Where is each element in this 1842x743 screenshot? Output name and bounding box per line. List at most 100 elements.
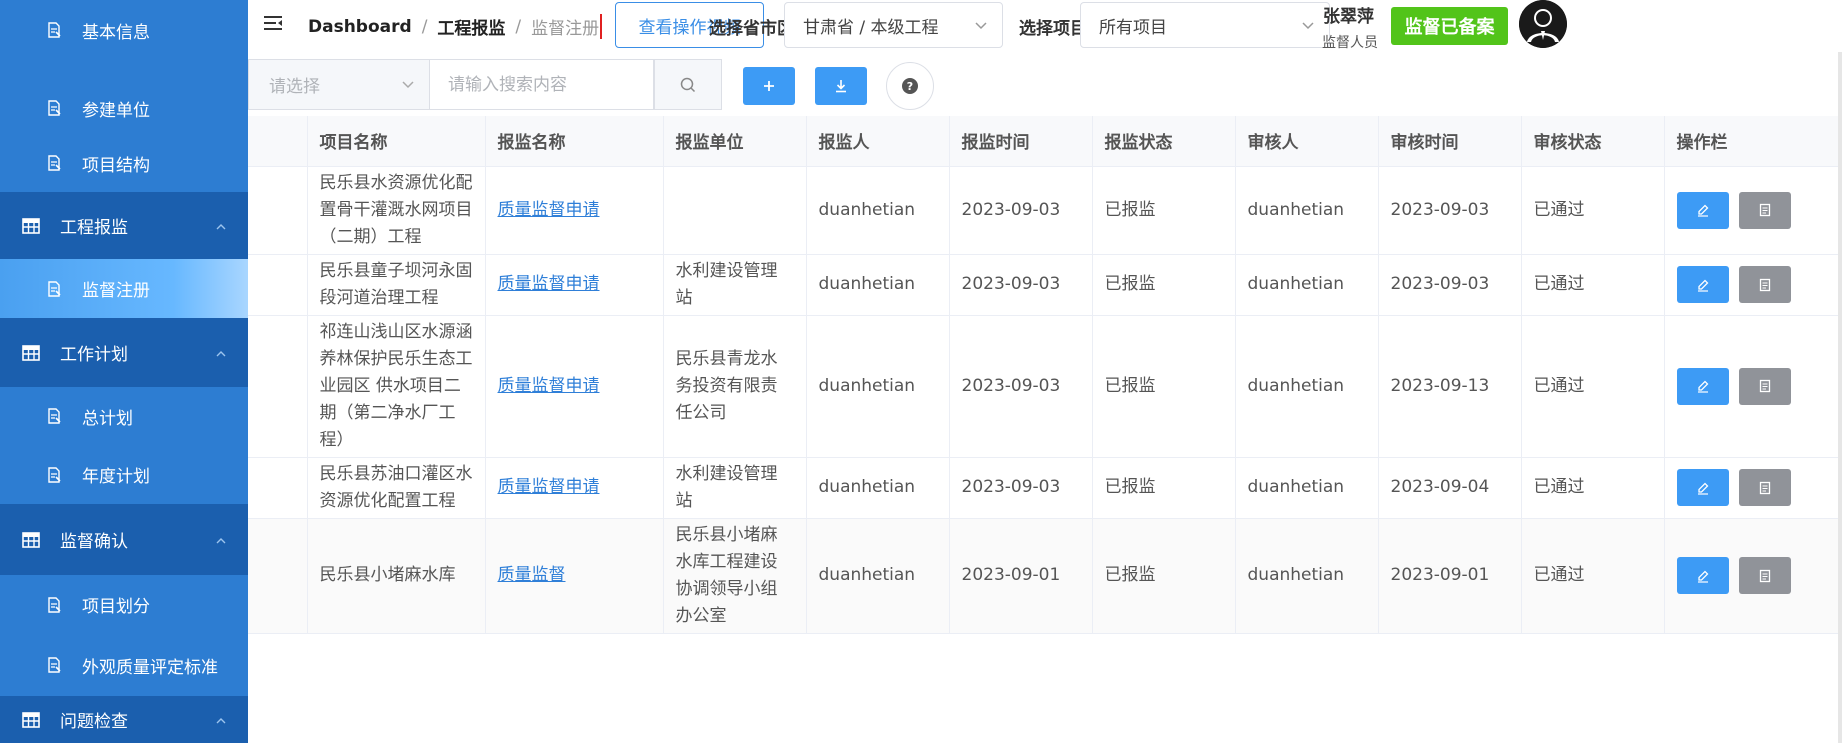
- help-button[interactable]: ?: [886, 62, 934, 110]
- cell-index: [248, 166, 308, 255]
- column-header-reporter: 报监人: [806, 116, 950, 167]
- svg-text:?: ?: [907, 80, 913, 93]
- report-name-link[interactable]: 质量监督申请: [498, 477, 600, 497]
- cell-review-status: 已通过: [1521, 518, 1665, 634]
- table-header-row: 项目名称 报监名称 报监单位 报监人 报监时间 报监状态 审核人 审核时间 审核状态 操作栏: [248, 116, 1842, 167]
- report-name-link[interactable]: 质量监督申请: [498, 376, 600, 396]
- breadcrumb-separator: /: [515, 16, 522, 37]
- document-edit-icon: [46, 155, 62, 171]
- table-row[interactable]: 民乐县苏油口灌区水资源优化配置工程 质量监督申请 水利建设管理站 duanhetian…: [248, 457, 1842, 519]
- edit-button[interactable]: [1676, 469, 1729, 506]
- cell-reviewer: duanhetian: [1235, 518, 1379, 634]
- cell-reporter: duanhetian: [806, 518, 950, 634]
- edit-button[interactable]: [1676, 266, 1729, 303]
- avatar[interactable]: [1519, 0, 1567, 48]
- detail-button[interactable]: [1738, 191, 1791, 229]
- sidebar-item-annual-plan[interactable]: 年度计划: [0, 445, 248, 504]
- edit-button[interactable]: [1676, 191, 1729, 229]
- status-badge[interactable]: 监督已备案: [1391, 7, 1508, 45]
- cell-report-status: 已报监: [1092, 315, 1236, 458]
- sidebar-item-label: 问题检查: [60, 712, 128, 732]
- column-header-report-status: 报监状态: [1092, 116, 1236, 167]
- table-row[interactable]: 民乐县小堵麻水库 质量监督 民乐县小堵麻水库工程建设协调领导小组办公室 duanhet…: [248, 518, 1842, 634]
- cell-reviewer-text: duanhetian: [1247, 477, 1345, 497]
- document-edit-icon: [46, 657, 62, 673]
- cell-reporter-text: duanhetian: [818, 375, 916, 396]
- sidebar-item-label: 参建单位: [82, 100, 150, 121]
- sidebar-item-work-plan[interactable]: 工作计划: [0, 318, 248, 387]
- table-row[interactable]: 民乐县童子坝河永固段河道治理工程 质量监督申请 水利建设管理站 duanhetian 2…: [248, 254, 1842, 316]
- sidebar-item-label: 年度计划: [82, 467, 150, 487]
- cell-actions: [1664, 457, 1842, 519]
- detail-button[interactable]: [1738, 266, 1791, 303]
- cell-review-status: 已通过: [1521, 457, 1665, 519]
- breadcrumb-dashboard[interactable]: Dashboard: [308, 17, 412, 37]
- project-select-value: 所有项目: [1099, 17, 1167, 38]
- sidebar-item-project-structure[interactable]: 项目结构: [0, 133, 248, 193]
- cell-project-name: 祁连山浅山区水源涵养林保护民乐生态工业园区 供水项目二期（第二净水厂工程）: [307, 315, 486, 458]
- project-select[interactable]: 所有项目: [1080, 2, 1330, 48]
- cell-reporter-text: duanhetian: [818, 477, 916, 497]
- search-input[interactable]: [429, 59, 654, 110]
- sidebar-item-label: 项目结构: [82, 155, 150, 176]
- column-header-reviewer: 审核人: [1235, 116, 1379, 167]
- region-select[interactable]: 甘肃省 / 本级工程: [784, 2, 1003, 48]
- cell-reporter-text: duanhetian: [818, 199, 916, 220]
- cell-index: [248, 254, 308, 316]
- menu-toggle-icon[interactable]: [262, 12, 284, 34]
- sidebar-item-master-plan[interactable]: 总计划: [0, 387, 248, 445]
- table-row[interactable]: 民乐县水资源优化配置骨干灌溉水网项目（二期）工程 质量监督申请 duanhetian…: [248, 166, 1842, 255]
- sidebar-item-label: 总计划: [82, 408, 133, 429]
- breadcrumb-project-report[interactable]: 工程报监: [437, 14, 505, 39]
- sidebar-item-supervision-confirm[interactable]: 监督确认: [0, 504, 248, 575]
- document-icon: [1759, 203, 1770, 217]
- report-name-link[interactable]: 质量监督申请: [498, 274, 600, 294]
- sidebar-item-label: 监督注册: [82, 281, 150, 301]
- app-root: 基本信息 参建单位 项目结构 工程报监 监督注册 工作计划 总计划 年度计划 监督确认 项目划分外…: [0, 0, 1842, 743]
- cell-project-name: 民乐县苏油口灌区水资源优化配置工程: [307, 457, 486, 519]
- detail-button[interactable]: [1738, 367, 1791, 405]
- edit-button[interactable]: [1676, 367, 1729, 405]
- download-button[interactable]: [815, 67, 867, 105]
- cell-review-status-text: 已通过: [1533, 477, 1585, 497]
- cell-review-status: 已通过: [1521, 315, 1665, 458]
- sidebar-item-project-division[interactable]: 项目划分: [0, 575, 248, 634]
- document-edit-icon: [46, 596, 62, 613]
- cell-review-time: 2023-09-01: [1378, 518, 1522, 634]
- report-name-link[interactable]: 质量监督申请: [498, 200, 600, 220]
- cell-reporter: duanhetian: [806, 254, 950, 316]
- sidebar-item-project-report[interactable]: 工程报监: [0, 192, 248, 259]
- cell-project-name: 民乐县童子坝河永固段河道治理工程: [307, 254, 486, 316]
- chevron-up-icon: [214, 346, 228, 360]
- sidebar-item-problem-inspection[interactable]: 问题检查: [0, 696, 248, 743]
- edit-icon: [1697, 380, 1708, 393]
- scrollbar[interactable]: [1838, 52, 1842, 743]
- chevron-down-icon: [975, 22, 987, 30]
- sidebar-item-participating-units[interactable]: 参建单位: [0, 78, 248, 138]
- cell-report-unit-text: 水利建设管理站: [675, 463, 778, 511]
- report-name-link[interactable]: 质量监督: [498, 565, 566, 585]
- search-button[interactable]: [654, 59, 722, 110]
- detail-button[interactable]: [1738, 469, 1791, 506]
- cell-reviewer: duanhetian: [1235, 254, 1379, 316]
- add-button[interactable]: [743, 67, 795, 105]
- edit-button[interactable]: [1676, 557, 1729, 594]
- cell-review-time: 2023-09-03: [1378, 166, 1522, 255]
- cell-project-name-text: 民乐县童子坝河永固段河道治理工程: [319, 260, 473, 308]
- breadcrumb: Dashboard / 工程报监 / 监督注册: [308, 14, 603, 39]
- user-role: 监督人员: [1322, 35, 1378, 51]
- user-name: 张翠萍: [1323, 7, 1374, 27]
- table-row[interactable]: 祁连山浅山区水源涵养林保护民乐生态工业园区 供水项目二期（第二净水厂工程） 质量监…: [248, 315, 1842, 458]
- sidebar-item-supervision-registration[interactable]: 监督注册: [0, 259, 248, 318]
- breadcrumb-separator: /: [421, 16, 428, 37]
- filter-select-placeholder: 请选择: [269, 77, 320, 97]
- breadcrumb-current: 监督注册: [531, 14, 603, 39]
- detail-button[interactable]: [1738, 557, 1791, 594]
- sidebar-item-appearance-quality-standard[interactable]: 外观质量评定标准: [0, 634, 248, 696]
- cell-reporter: duanhetian: [806, 315, 950, 458]
- cell-actions: [1664, 254, 1842, 316]
- cell-report-time: 2023-09-03: [949, 254, 1093, 316]
- sidebar-item-basic-info[interactable]: 基本信息: [0, 0, 248, 60]
- filter-select[interactable]: 请选择: [248, 59, 429, 110]
- cell-reviewer-text: duanhetian: [1247, 375, 1345, 396]
